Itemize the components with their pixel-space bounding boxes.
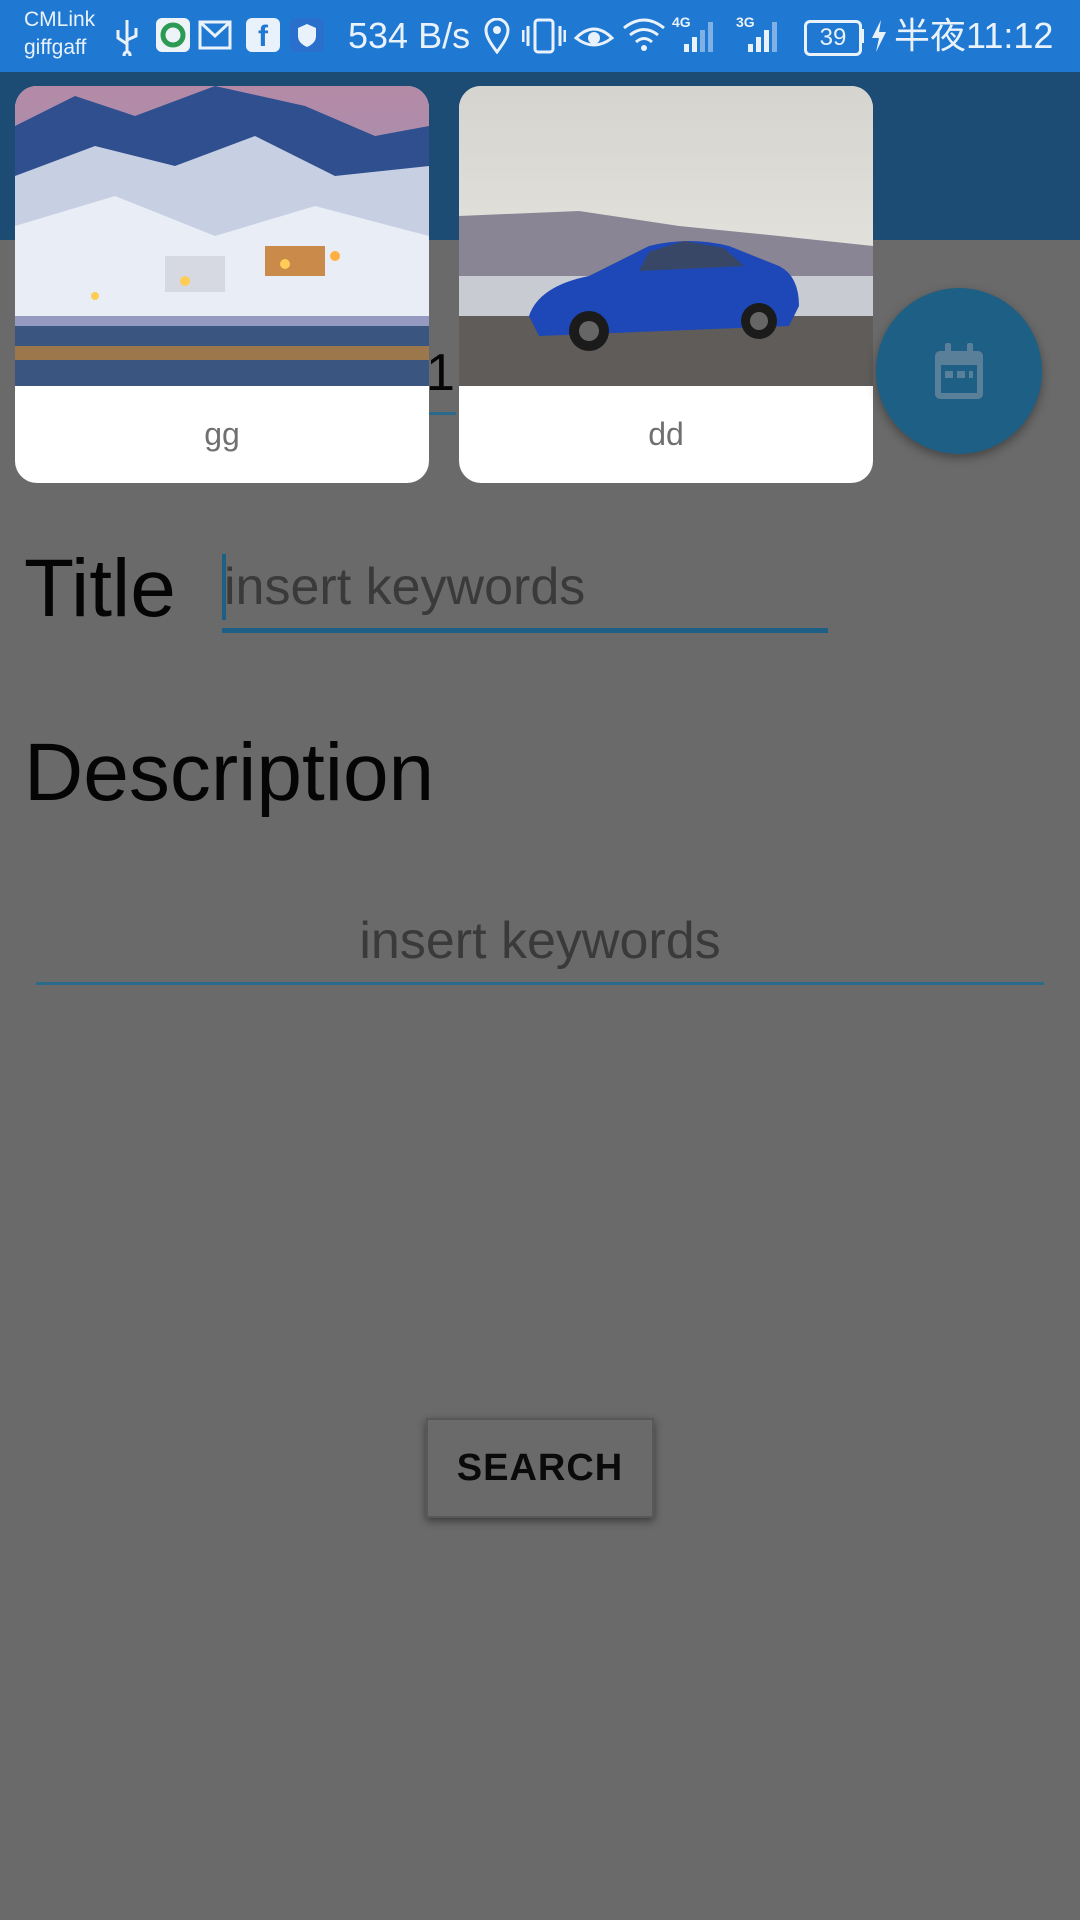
net-speed: 534 B/s <box>348 15 471 56</box>
facebook-icon: f <box>246 18 280 53</box>
wifi-icon <box>623 18 665 51</box>
image-card-gg[interactable]: gg <box>15 86 429 483</box>
vibrate-icon <box>522 18 566 54</box>
clock: 半夜11:12 <box>894 15 1054 56</box>
battery-level: 39 <box>804 20 862 56</box>
calendar-fab[interactable] <box>876 288 1042 454</box>
shield-icon <box>290 18 324 52</box>
snowy-village-photo <box>15 86 429 386</box>
description-label: Description <box>24 727 435 818</box>
description-placeholder: insert keywords <box>359 912 721 970</box>
signal-icon-2 <box>748 22 777 52</box>
signal-icon <box>684 22 713 52</box>
location-icon <box>484 18 510 54</box>
title-label: Title <box>24 543 176 634</box>
description-input[interactable]: insert keywords <box>36 902 1044 985</box>
status-bar: CMLink giffgaff f 534 B/s 4G 3G 39 半夜11:… <box>0 0 1080 72</box>
usb-icon <box>116 20 138 56</box>
hidden-date-text: 1 <box>426 344 455 402</box>
hidden-date-underline <box>426 412 456 415</box>
charging-icon <box>872 20 886 52</box>
eye-icon <box>574 27 614 47</box>
card-label-dd: dd <box>648 416 684 452</box>
mail-icon <box>198 20 232 50</box>
search-button[interactable]: SEARCH <box>426 1418 654 1518</box>
calendar-icon <box>935 343 983 399</box>
image-card-dd[interactable]: dd <box>459 86 873 483</box>
app-icon <box>156 18 190 52</box>
blue-car-photo <box>459 86 873 386</box>
title-placeholder: insert keywords <box>224 558 586 616</box>
battery-tip <box>860 29 864 43</box>
title-input[interactable]: insert keywords <box>222 548 828 633</box>
card-label-gg: gg <box>204 416 240 452</box>
carrier-name: CMLink giffgaff <box>24 8 96 59</box>
